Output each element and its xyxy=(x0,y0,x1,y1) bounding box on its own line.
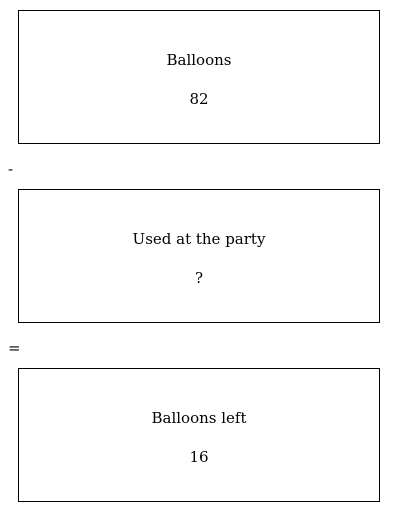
balloons-box: Balloons 82 xyxy=(18,10,380,144)
balloons-label: Balloons xyxy=(166,51,232,69)
balloons-left-box: Balloons left 16 xyxy=(18,368,380,502)
balloons-left-label: Balloons left xyxy=(151,409,247,427)
used-at-party-value: ? xyxy=(194,269,204,287)
used-at-party-label: Used at the party xyxy=(132,230,266,248)
equals-operator: = xyxy=(8,339,21,357)
used-at-party-box: Used at the party ? xyxy=(18,189,380,323)
minus-operator: - xyxy=(8,160,14,178)
balloons-left-value: 16 xyxy=(189,448,209,466)
balloons-value: 82 xyxy=(189,90,209,108)
